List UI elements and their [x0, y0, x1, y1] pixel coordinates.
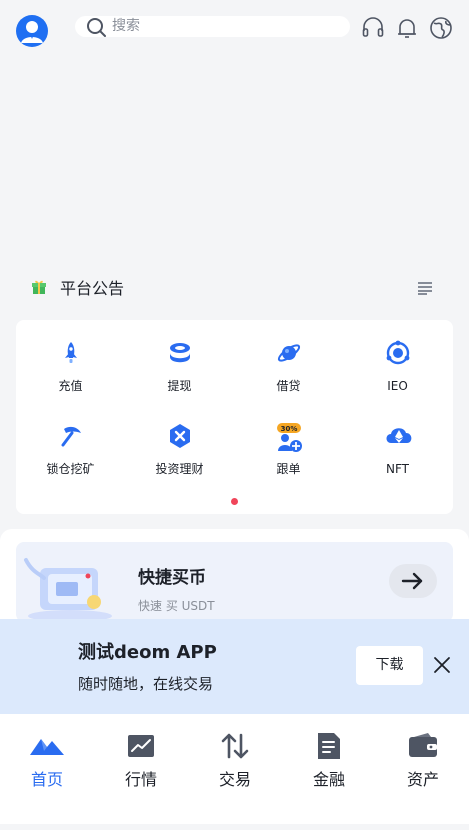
- tab-label: 行情: [124, 770, 157, 789]
- market-chart-icon: [124, 731, 158, 761]
- tab-finance[interactable]: 金融: [282, 714, 376, 824]
- grid-item-nft[interactable]: NFT: [343, 403, 452, 476]
- notice-bar[interactable]: 平台公告: [0, 270, 469, 308]
- trade-arrows-icon: [218, 731, 252, 761]
- copy-trade-badge: 30%: [280, 425, 297, 433]
- card-illustration-icon: [22, 554, 118, 622]
- banner-area: [0, 60, 469, 265]
- download-banner: 测试deom APP 随时随地，在线交易 下载: [0, 619, 469, 714]
- grid-item-label: 跟单: [276, 462, 301, 476]
- top-bar: 搜索: [0, 0, 469, 60]
- tab-home[interactable]: 首页: [0, 714, 94, 824]
- arrow-right-icon[interactable]: [389, 564, 437, 598]
- bottom-tab-bar: 首页 行情 交易 金融 资产: [0, 714, 469, 824]
- feature-grid: 充值 提现 借贷 IEO 锁仓挖矿 投资理财 30% 跟单 NFT: [16, 320, 453, 514]
- rocket-icon: [58, 340, 84, 366]
- search-input[interactable]: 搜索: [75, 16, 350, 37]
- notice-title: 平台公告: [60, 279, 125, 298]
- headset-icon[interactable]: [361, 16, 385, 40]
- quick-buy-title: 快捷买币: [138, 568, 206, 588]
- grid-item-copy-trade[interactable]: 30% 跟单: [234, 403, 343, 476]
- globe-icon[interactable]: [429, 16, 453, 40]
- grid-item-deposit[interactable]: 充值: [16, 320, 125, 393]
- cloud-ethereum-icon: [385, 423, 411, 449]
- tab-label: 首页: [30, 770, 63, 789]
- tab-assets[interactable]: 资产: [376, 714, 469, 824]
- grid-item-label: NFT: [386, 462, 409, 476]
- download-subtitle: 随时随地，在线交易: [78, 675, 214, 693]
- grid-item-label: IEO: [387, 379, 408, 393]
- grid-item-label: 锁仓挖矿: [46, 462, 95, 476]
- page-indicator-dot: [231, 498, 238, 505]
- tab-label: 资产: [406, 770, 439, 789]
- quick-buy-card[interactable]: 快捷买币 快速 买 USDT: [16, 542, 453, 622]
- search-placeholder: 搜索: [112, 18, 140, 34]
- grid-item-label: 借贷: [276, 379, 301, 393]
- pickaxe-icon: [58, 423, 84, 449]
- finance-doc-icon: [312, 731, 346, 761]
- list-menu-icon[interactable]: [417, 280, 433, 299]
- wallet-icon: [406, 731, 440, 761]
- grid-item-ieo[interactable]: IEO: [343, 320, 452, 393]
- bell-icon[interactable]: [395, 16, 419, 40]
- user-avatar-icon[interactable]: [16, 15, 48, 47]
- close-icon[interactable]: [433, 656, 451, 678]
- grid-item-label: 提现: [167, 379, 192, 393]
- grid-item-withdraw[interactable]: 提现: [125, 320, 234, 393]
- copy-trade-icon: 30%: [276, 423, 302, 452]
- target-icon: [385, 340, 411, 366]
- tab-label: 金融: [312, 770, 345, 789]
- grid-item-label: 投资理财: [155, 462, 204, 476]
- planet-icon: [276, 340, 302, 366]
- tab-trade[interactable]: 交易: [188, 714, 282, 824]
- search-icon: [85, 17, 107, 41]
- grid-item-label: 充值: [58, 379, 83, 393]
- grid-item-invest[interactable]: 投资理财: [125, 403, 234, 476]
- home-mountain-icon: [30, 731, 64, 761]
- quick-buy-subtitle: 快速 买 USDT: [138, 599, 215, 613]
- gift-icon: [32, 279, 46, 299]
- download-button[interactable]: 下载: [356, 646, 423, 685]
- grid-item-loan[interactable]: 借贷: [234, 320, 343, 393]
- download-title: 测试deom APP: [78, 642, 217, 663]
- grid-item-mining[interactable]: 锁仓挖矿: [16, 403, 125, 476]
- tab-label: 交易: [218, 770, 251, 789]
- tab-market[interactable]: 行情: [94, 714, 188, 824]
- coin-stack-icon: [167, 340, 193, 366]
- hexagon-x-icon: [167, 423, 193, 449]
